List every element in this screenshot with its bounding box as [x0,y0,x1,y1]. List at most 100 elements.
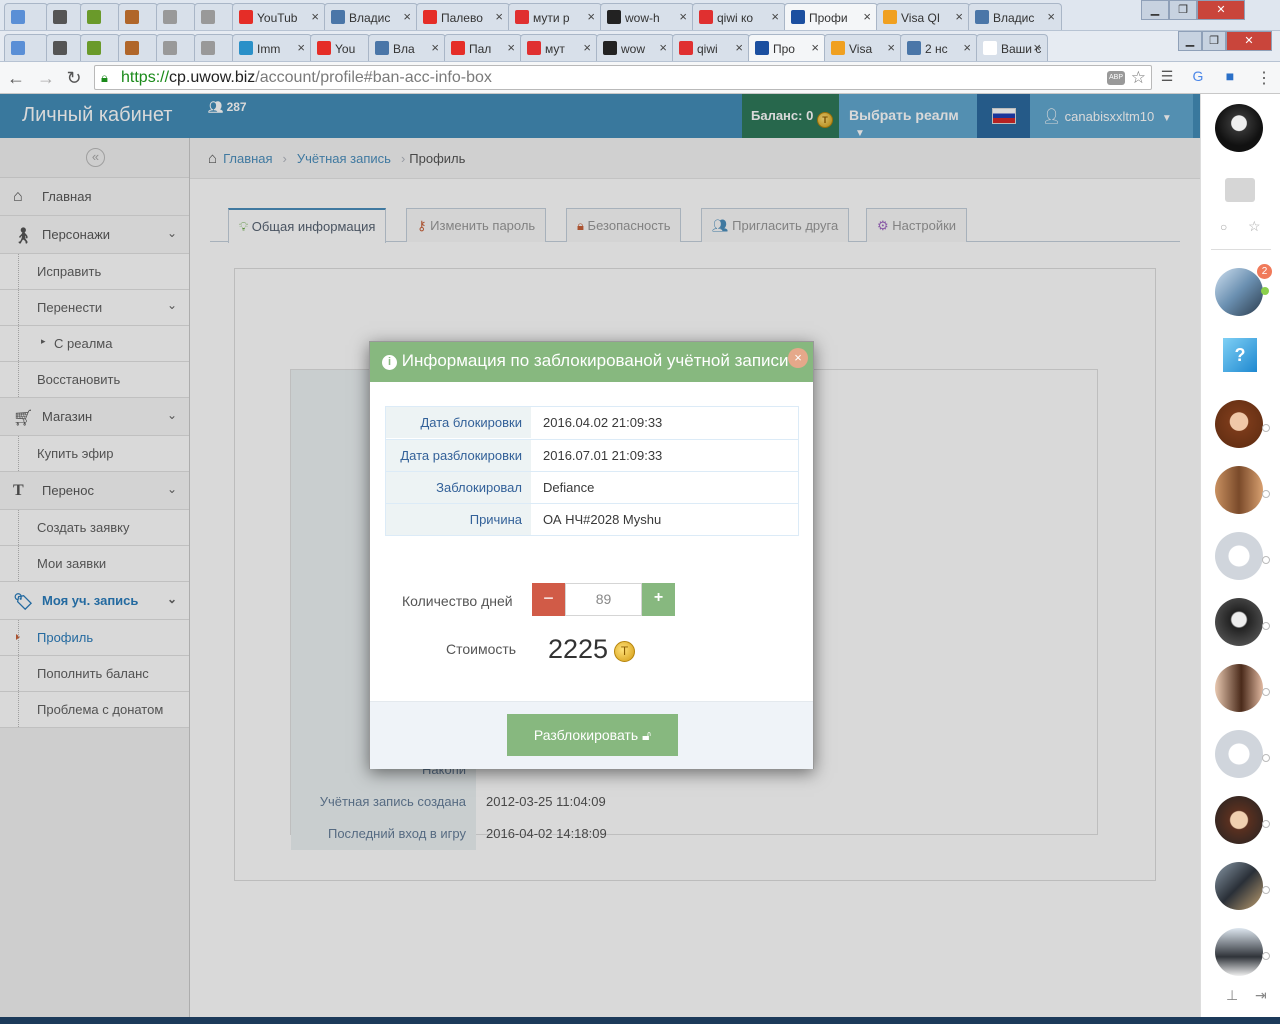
address-bar[interactable]: 🔒︎ https://cp.uwow.biz/account/profile#b… [94,65,1152,90]
avatar[interactable] [1215,730,1263,778]
status-dot-icon [1262,820,1270,828]
yandex-icon [679,41,693,55]
close-icon[interactable]: × [788,348,808,368]
decrease-days-button[interactable]: − [532,583,565,616]
close-tab-icon[interactable]: × [1047,9,1055,24]
status-dot-icon [1262,490,1270,498]
browser-tab[interactable] [46,3,82,30]
close-tab-icon[interactable]: × [583,40,591,55]
browser-tab[interactable] [194,34,234,61]
back-arrow-icon[interactable]: ← [6,68,26,89]
avatar[interactable] [1215,268,1263,316]
browser-tab[interactable]: Владис × [324,3,418,30]
browser-tab[interactable]: Visa QI × [876,3,970,30]
close-tab-icon[interactable]: × [507,40,515,55]
browser-tab[interactable] [80,34,120,61]
browser-tab[interactable]: Пал × [444,34,522,61]
avatar[interactable] [1215,400,1263,448]
browser-tab[interactable]: Imm × [232,34,312,61]
close-tab-icon[interactable]: × [679,9,687,24]
star-icon[interactable]: ☆ [1248,218,1261,235]
browser-tab[interactable] [156,34,196,61]
modal-title: Информация по заблокированой учётной зап… [401,351,789,370]
browser-tab-label: Палево [441,11,483,25]
close-tab-icon[interactable]: × [887,40,895,55]
bookmark-star-icon[interactable]: ☆ [1131,66,1146,89]
unlock-button[interactable]: Разблокировать 🔓︎ [507,714,678,756]
close-tab-icon[interactable]: × [495,9,503,24]
extension-icon[interactable]: ☰ [1157,68,1177,85]
circle-icon[interactable]: ○ [1220,220,1227,234]
close-window-button[interactable]: ✕ [1197,0,1245,20]
collapse-right-icon[interactable]: ⇥ [1255,987,1267,1004]
minimize-button[interactable]: ▁ [1141,0,1169,20]
days-input[interactable]: 89 [565,583,642,616]
avatar[interactable] [1215,928,1263,976]
youtube-icon [239,10,253,24]
close-tab-icon[interactable]: × [431,40,439,55]
browser-tab[interactable] [194,3,234,30]
browser-tab[interactable]: qiwi ко × [692,3,786,30]
close-tab-icon[interactable]: × [311,9,319,24]
browser-tab[interactable]: Visa × [824,34,902,61]
close-tab-icon[interactable]: × [659,40,667,55]
browser-tab[interactable] [80,3,120,30]
close-tab-icon[interactable]: × [403,9,411,24]
browser-tab[interactable]: Владис × [968,3,1062,30]
browser-tab[interactable]: qiwi × [672,34,750,61]
close-tab-icon[interactable]: × [587,9,595,24]
browser-tab-label: Пал [469,42,492,56]
browser-tab[interactable]: Про × [748,34,826,61]
close-tab-icon[interactable]: × [735,40,743,55]
close-tab-icon[interactable]: × [1033,40,1041,55]
close-tab-icon[interactable]: × [863,9,871,24]
browser-tab[interactable] [118,3,158,30]
browser-tab[interactable] [46,34,82,61]
browser-tab[interactable]: wow × [596,34,674,61]
browser-tab[interactable]: Профи × [784,3,878,30]
avatar[interactable] [1215,664,1263,712]
avatar[interactable] [1215,862,1263,910]
increase-days-button[interactable]: + [642,583,675,616]
cube-app-icon[interactable]: ? [1223,338,1257,372]
browser-tab[interactable]: мути р × [508,3,602,30]
browser-tab[interactable] [156,3,196,30]
browser-tab[interactable]: YouTub × [232,3,326,30]
abp-icon[interactable]: ABP [1107,71,1125,85]
wow-icon [607,10,621,24]
chat-extension-icon[interactable]: ■ [1220,68,1240,84]
browser-tab-label: You [335,42,356,56]
translate-icon[interactable]: G [1188,68,1208,84]
pin-icon[interactable]: ⊥ [1226,987,1238,1004]
menu-icon[interactable]: ⋮ [1254,68,1274,88]
avatar[interactable] [1215,104,1263,152]
browser-tab[interactable] [4,34,48,61]
browser-tab[interactable]: wow-h × [600,3,694,30]
reload-icon[interactable]: ↻ [64,68,84,89]
avatar[interactable] [1215,598,1263,646]
browser-tab[interactable]: Ваши с × [976,34,1048,61]
close-window-button-2[interactable]: ✕ [1226,31,1272,51]
yandex-icon [527,41,541,55]
browser-tab[interactable]: 2 нс × [900,34,978,61]
close-tab-icon[interactable]: × [771,9,779,24]
maximize-button[interactable]: ❐ [1169,0,1197,20]
close-tab-icon[interactable]: × [297,40,305,55]
browser-tab-label: Профи [809,11,848,25]
browser-tab[interactable]: You [310,34,370,61]
minimize-button-2[interactable]: ▁ [1178,31,1202,51]
browser-tab[interactable]: Вла × [368,34,446,61]
close-tab-icon[interactable]: × [811,40,819,55]
avatar[interactable] [1215,532,1263,580]
browser-tab[interactable] [118,34,158,61]
browser-tab[interactable] [4,3,48,30]
close-tab-icon[interactable]: × [963,40,971,55]
browser-tab[interactable]: Палево × [416,3,510,30]
close-tab-icon[interactable]: × [955,9,963,24]
avatar[interactable] [1215,466,1263,514]
forward-arrow-icon[interactable]: → [36,68,56,89]
avatar[interactable] [1215,796,1263,844]
maximize-button-2[interactable]: ❐ [1202,31,1226,51]
browser-tab[interactable]: мут × [520,34,598,61]
chat-bubble-icon[interactable] [1225,178,1255,202]
